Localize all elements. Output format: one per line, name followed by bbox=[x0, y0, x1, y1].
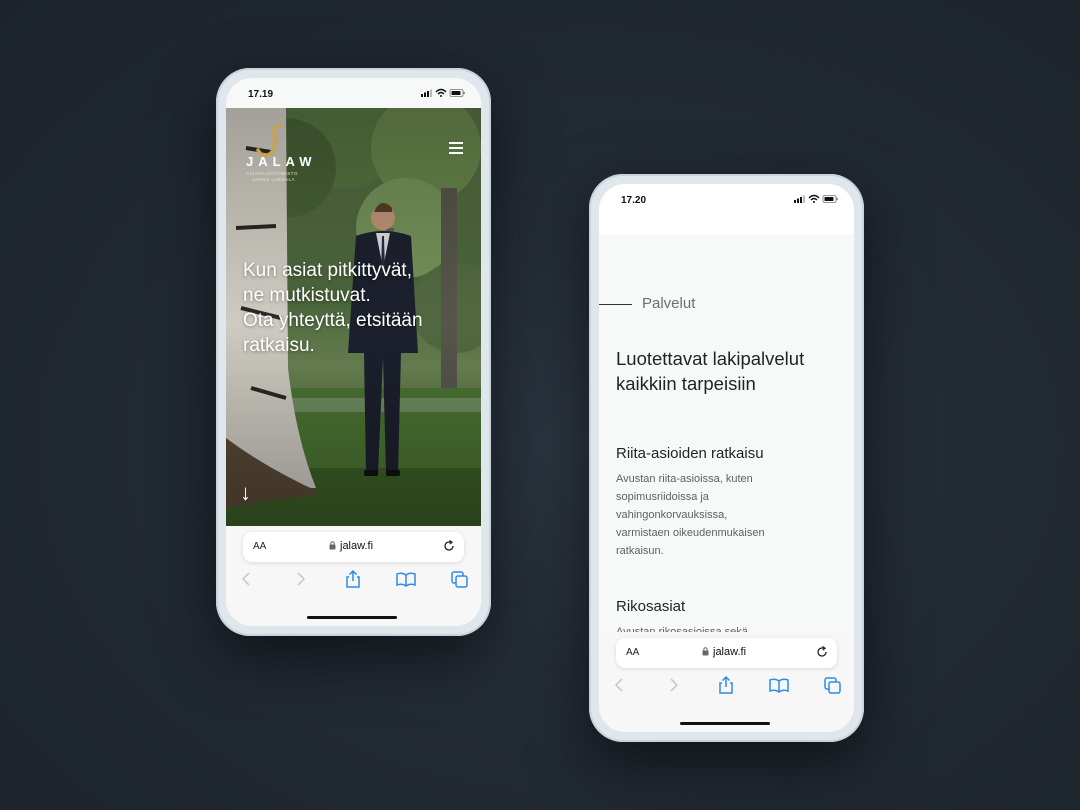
address-bar[interactable]: AA jalaw.fi bbox=[616, 638, 837, 668]
reload-icon[interactable] bbox=[815, 645, 829, 659]
bookmarks-icon[interactable] bbox=[768, 674, 790, 696]
hamburger-menu-icon[interactable] bbox=[449, 142, 463, 154]
hero-line: ne mutkistuvat. bbox=[243, 285, 371, 306]
hero-line: Ota yhteyttä, etsitään bbox=[243, 310, 423, 331]
lock-icon bbox=[329, 541, 336, 550]
battery-icon bbox=[822, 195, 838, 203]
tabs-icon[interactable] bbox=[821, 674, 843, 696]
home-indicator[interactable] bbox=[307, 616, 397, 619]
url-text: jalaw.fi bbox=[713, 646, 747, 658]
service-description: Avustan riita-asioissa, kuten sopimusrii… bbox=[616, 473, 765, 557]
home-indicator[interactable] bbox=[680, 722, 770, 725]
logo-name: JALAW bbox=[246, 154, 317, 169]
phone-screen: 17.20 Palvelut Luotettavat lakipalvelut … bbox=[599, 184, 854, 732]
logo-subtitle: ASIANAJOTOIMISTO JARNO LAKKALA bbox=[246, 171, 298, 182]
hero-line: ratkaisu. bbox=[243, 335, 315, 356]
reload-icon[interactable] bbox=[442, 539, 456, 553]
service-title: Riita-asioiden ratkaisu bbox=[616, 445, 764, 462]
section-label: Palvelut bbox=[642, 295, 696, 312]
forward-icon[interactable] bbox=[289, 568, 311, 590]
scroll-down-arrow-icon[interactable]: ↓ bbox=[240, 480, 251, 506]
logo-mark-icon bbox=[256, 124, 282, 158]
signal-icon bbox=[421, 89, 432, 97]
battery-icon bbox=[449, 89, 465, 97]
share-icon[interactable] bbox=[342, 568, 364, 590]
hero-headline: Kun asiat pitkittyvät, ne mutkistuvat. O… bbox=[243, 258, 468, 358]
hero-line: Kun asiat pitkittyvät, bbox=[243, 260, 412, 281]
status-icons bbox=[794, 194, 838, 203]
url-text: jalaw.fi bbox=[340, 540, 374, 552]
hero-section: JALAW ASIANAJOTOIMISTO JARNO LAKKALA Kun… bbox=[226, 108, 481, 538]
status-time: 17.19 bbox=[248, 89, 274, 100]
tabs-icon[interactable] bbox=[448, 568, 470, 590]
browser-nav-buttons bbox=[599, 674, 854, 698]
back-icon[interactable] bbox=[609, 674, 631, 696]
service-title: Rikosasiat bbox=[616, 598, 686, 615]
phone-screen: 17.19 JALAW ASIANAJOTOIMISTO JARNO LAKKA… bbox=[226, 78, 481, 626]
share-icon[interactable] bbox=[715, 674, 737, 696]
browser-nav-buttons bbox=[226, 568, 481, 592]
wifi-icon bbox=[808, 194, 820, 203]
status-time: 17.20 bbox=[621, 195, 647, 206]
reader-text-size-button[interactable]: AA bbox=[253, 541, 266, 552]
wifi-icon bbox=[435, 88, 447, 97]
lock-icon bbox=[702, 647, 709, 656]
services-page: Palvelut Luotettavat lakipalvelut kaikki… bbox=[599, 234, 854, 638]
section-divider-line bbox=[599, 304, 632, 305]
signal-icon bbox=[794, 195, 805, 203]
bookmarks-icon[interactable] bbox=[395, 568, 417, 590]
status-bar: 17.20 bbox=[599, 184, 854, 214]
forward-icon[interactable] bbox=[662, 674, 684, 696]
address-bar[interactable]: AA jalaw.fi bbox=[243, 532, 464, 562]
status-bar: 17.19 bbox=[226, 78, 481, 108]
browser-toolbar: AA jalaw.fi bbox=[226, 526, 481, 626]
back-icon[interactable] bbox=[236, 568, 258, 590]
phone-mockup-home: 17.19 JALAW ASIANAJOTOIMISTO JARNO LAKKA… bbox=[216, 68, 491, 636]
browser-toolbar: AA jalaw.fi bbox=[599, 632, 854, 732]
reader-text-size-button[interactable]: AA bbox=[626, 647, 639, 658]
services-headline: Luotettavat lakipalvelut kaikkiin tarpei… bbox=[616, 348, 805, 394]
phone-mockup-services: 17.20 Palvelut Luotettavat lakipalvelut … bbox=[589, 174, 864, 742]
status-icons bbox=[421, 88, 465, 97]
